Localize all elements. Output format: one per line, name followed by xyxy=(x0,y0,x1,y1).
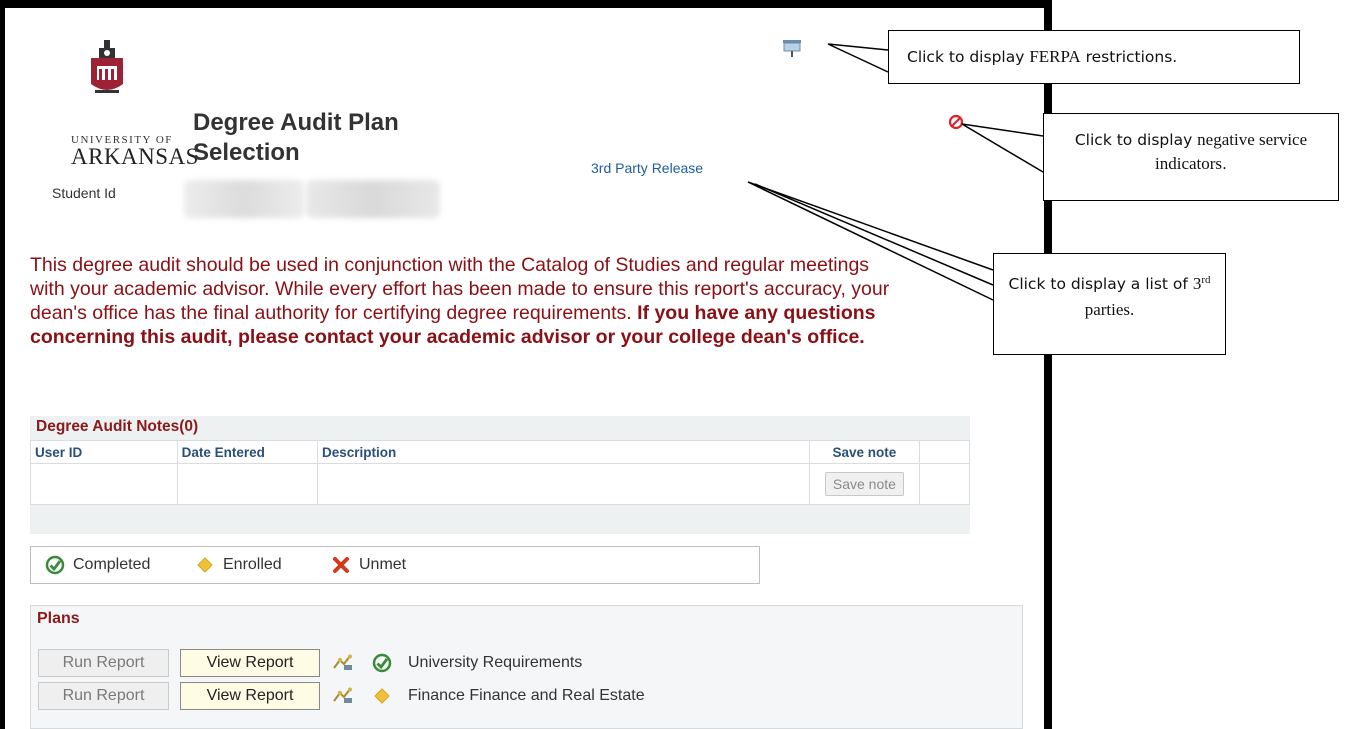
negative-service-callout: Click to display negative service indica… xyxy=(1043,113,1339,201)
notes-table: User ID Date Entered Description Save no… xyxy=(30,440,971,505)
legend-enrolled: Enrolled xyxy=(195,555,282,575)
nsi-callout-post: . xyxy=(1222,155,1227,173)
legend-unmet-label: Unmet xyxy=(359,556,407,573)
third-callout-post: parties. xyxy=(1084,300,1135,320)
ferpa-callout: Click to display FERPA restrictions. xyxy=(888,30,1300,84)
status-legend: Completed Enrolled Unmet xyxy=(30,546,760,584)
ferpa-callout-strong: FERPA xyxy=(1029,47,1081,66)
redacted-student-name xyxy=(306,180,440,218)
legend-completed-label: Completed xyxy=(73,556,151,573)
run-report-button[interactable]: Run Report xyxy=(38,682,169,710)
nsi-callout-pre: Click to display xyxy=(1074,131,1198,149)
plans-title: Plans xyxy=(37,610,80,627)
plan-label: University Requirements xyxy=(408,654,583,671)
page-title: Degree Audit Plan Selection xyxy=(193,109,399,166)
ferpa-callout-pre: Click to display xyxy=(907,48,1030,66)
redacted-student-id xyxy=(184,180,304,218)
disclaimer-text: This degree audit should be used in conj… xyxy=(30,253,900,349)
ferpa-callout-post: restrictions. xyxy=(1080,48,1178,66)
plan-label: Finance Finance and Real Estate xyxy=(408,687,645,704)
diamond-icon xyxy=(374,688,390,704)
save-note-button[interactable]: Save note xyxy=(824,472,904,496)
cell-user-id xyxy=(30,463,178,505)
diamond-icon xyxy=(197,557,213,573)
check-circle-icon xyxy=(372,653,392,673)
view-report-button[interactable]: View Report xyxy=(180,682,320,710)
column-description: Description xyxy=(317,440,811,464)
ferpa-icon[interactable] xyxy=(782,38,802,58)
column-date-entered: Date Entered xyxy=(176,440,319,464)
third-callout-pre: Click to display a list of xyxy=(1008,275,1193,294)
third-callout-sup: rd xyxy=(1201,274,1211,286)
plans-section: Plans Run Report View Report University … xyxy=(30,605,1023,729)
cell-description xyxy=(317,463,811,505)
column-save-note: Save note xyxy=(809,440,920,464)
plan-row: Run Report View Report University Requir… xyxy=(31,649,1024,679)
old-main-seal-icon xyxy=(91,40,123,93)
negative-service-indicator-icon[interactable] xyxy=(948,114,964,130)
logo-line-2: ARKANSAS xyxy=(71,144,199,169)
cell-date-entered xyxy=(176,463,319,505)
run-report-button[interactable]: Run Report xyxy=(38,649,169,677)
column-user-id: User ID xyxy=(30,440,178,464)
what-if-icon[interactable] xyxy=(332,687,354,705)
legend-completed: Completed xyxy=(45,555,150,575)
notes-title: Degree Audit Notes(0) xyxy=(36,418,199,435)
third-party-release-link[interactable]: 3rd Party Release xyxy=(591,160,703,176)
legend-enrolled-label: Enrolled xyxy=(223,556,282,573)
x-mark-icon xyxy=(333,557,349,573)
what-if-icon[interactable] xyxy=(332,654,354,672)
third-party-callout: Click to display a list of 3rd parties. xyxy=(993,253,1226,355)
degree-audit-notes-section: Degree Audit Notes(0) User ID Date Enter… xyxy=(30,416,971,534)
cell-blank xyxy=(918,463,971,505)
student-id-label: Student Id xyxy=(52,185,116,201)
check-circle-icon xyxy=(45,555,65,575)
view-report-button[interactable]: View Report xyxy=(180,649,320,677)
cell-save-note: Save note xyxy=(809,463,920,505)
plan-row: Run Report View Report Finance Finance a… xyxy=(31,682,1024,712)
legend-unmet: Unmet xyxy=(331,555,406,575)
column-blank xyxy=(918,440,971,464)
